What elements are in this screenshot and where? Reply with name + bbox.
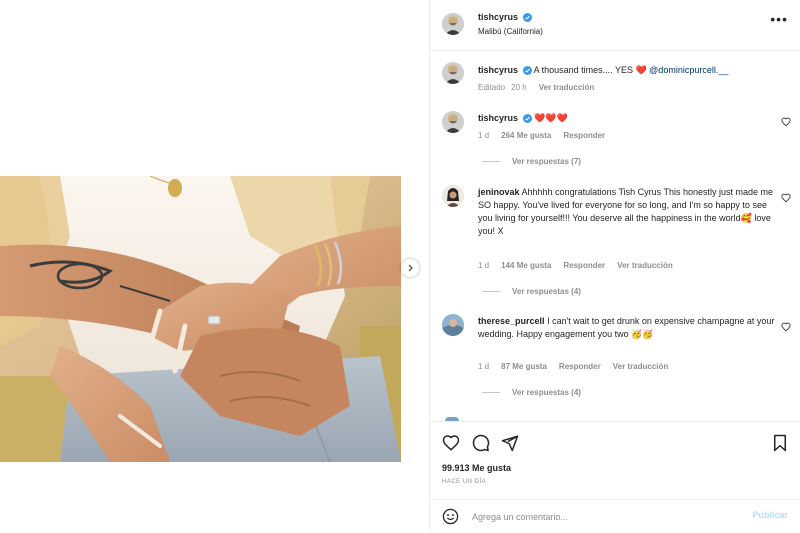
send-icon[interactable] (501, 434, 519, 452)
engagement-photo (0, 176, 401, 462)
comment-translate-link[interactable]: Ver traducción (617, 261, 673, 270)
avatar-image (442, 111, 464, 133)
add-comment-bar: Publicar (430, 499, 800, 533)
post-header: tishcyrus Malibú (California) ••• (430, 0, 800, 51)
comment-time[interactable]: 1 d (478, 261, 489, 270)
comment-reply-button[interactable]: Responder (559, 362, 601, 371)
caption-time[interactable]: 20 h (511, 83, 527, 92)
post-author[interactable]: tishcyrus (478, 12, 532, 22)
post-date[interactable]: HACE UN DÍA (442, 479, 486, 485)
caption-username[interactable]: tishcyrus (478, 65, 518, 75)
comment-like-heart-icon[interactable] (781, 117, 791, 127)
comment-text: ❤️❤️❤️ (534, 113, 568, 123)
comment-likes[interactable]: 87 Me gusta (501, 362, 547, 371)
comment-body: jeninovak Ahhhhh congratulations Tish Cy… (478, 186, 778, 238)
comment-likes[interactable]: 264 Me gusta (501, 131, 551, 140)
avatar-image (442, 13, 464, 35)
avatar-image (442, 314, 464, 336)
comment-translate-link[interactable]: Ver traducción (613, 362, 669, 371)
replies-divider (482, 392, 500, 393)
post-author-username[interactable]: tishcyrus (478, 12, 518, 22)
comment-body: therese_purcell I can't wait to get drun… (478, 315, 778, 341)
view-replies-label[interactable]: Ver respuestas (4) (512, 388, 581, 397)
comment-username[interactable]: jeninovak (478, 187, 520, 197)
avatar-image (442, 62, 464, 84)
caption-edited: Editado (478, 83, 506, 92)
view-replies-button[interactable]: Ver respuestas (4) (482, 388, 581, 397)
verified-badge-icon (522, 114, 532, 123)
comment-time[interactable]: 1 d (478, 362, 489, 371)
bookmark-icon[interactable] (772, 434, 788, 452)
comment-reply-button[interactable]: Responder (563, 261, 605, 270)
comment-meta: 1 d 144 Me gusta Responder Ver traducción (478, 261, 685, 270)
caption-mention[interactable]: @dominicpurcell.__ (649, 65, 728, 75)
caption-text-block: tishcyrus A thousand times.... YES ❤️ @d… (478, 64, 783, 77)
caption-meta: Editado 20 h Ver traducción (478, 83, 606, 92)
verified-badge-icon (522, 13, 532, 22)
heart-icon[interactable] (442, 434, 460, 452)
more-options-icon[interactable]: ••• (770, 12, 788, 26)
caption-text: A thousand times.... YES ❤️ (533, 65, 650, 75)
comment-text: Ahhhhh congratulations Tish Cyrus This h… (478, 187, 773, 236)
view-replies-label[interactable]: Ver respuestas (7) (512, 157, 581, 166)
comment-meta: 1 d 87 Me gusta Responder Ver traducción (478, 362, 680, 371)
verified-badge-icon (522, 66, 532, 75)
comment-likes[interactable]: 144 Me gusta (501, 261, 551, 270)
comment-meta: 1 d 264 Me gusta Responder (478, 131, 617, 140)
post-actions-section: 99.913 Me gusta HACE UN DÍA Publicar (430, 421, 800, 532)
smiley-icon[interactable] (442, 508, 459, 525)
post-media (0, 0, 429, 531)
comment-body: tishcyrus ❤️❤️❤️ (478, 112, 768, 125)
replies-divider (482, 161, 500, 162)
avatar[interactable] (442, 13, 464, 35)
post-photo[interactable] (0, 176, 401, 462)
post-location[interactable]: Malibú (California) (478, 27, 543, 36)
avatar-image (442, 185, 464, 207)
avatar[interactable] (442, 62, 464, 84)
publish-button[interactable]: Publicar (752, 510, 788, 520)
caption-translate-link[interactable]: Ver traducción (539, 83, 595, 92)
view-replies-label[interactable]: Ver respuestas (4) (512, 287, 581, 296)
carousel-next-button[interactable] (401, 259, 419, 277)
view-replies-button[interactable]: Ver respuestas (7) (482, 157, 581, 166)
comment-icon[interactable] (472, 434, 490, 452)
comment-reply-button[interactable]: Responder (563, 131, 605, 140)
post-details-panel: tishcyrus Malibú (California) ••• tishcy… (429, 0, 800, 532)
comment-input[interactable] (470, 508, 724, 526)
avatar[interactable] (442, 185, 464, 207)
chevron-right-icon (408, 264, 413, 272)
comment-like-heart-icon[interactable] (781, 322, 791, 332)
comment-time[interactable]: 1 d (478, 131, 489, 140)
comment-like-heart-icon[interactable] (781, 193, 791, 203)
replies-divider (482, 291, 500, 292)
likes-count[interactable]: 99.913 Me gusta (442, 463, 511, 473)
view-replies-button[interactable]: Ver respuestas (4) (482, 287, 581, 296)
comment-username[interactable]: tishcyrus (478, 113, 518, 123)
avatar[interactable] (442, 314, 464, 336)
comment-username[interactable]: therese_purcell (478, 316, 545, 326)
avatar[interactable] (442, 111, 464, 133)
